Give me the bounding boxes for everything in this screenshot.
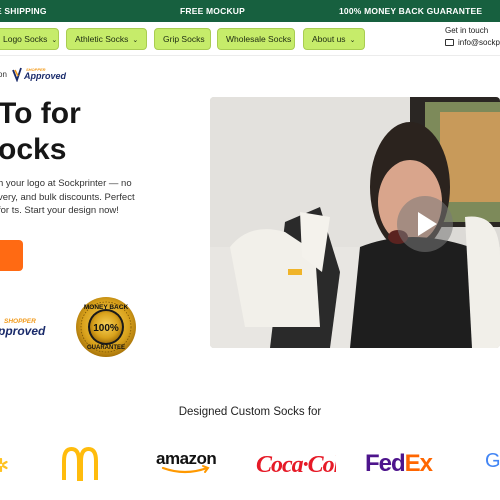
nav-item-athletic-socks[interactable]: Athletic Socks ⌄ [66,28,147,50]
chevron-down-icon: ⌄ [349,37,356,44]
free-shipping-text: E SHIPPING [0,6,47,16]
money-back-top-text: MONEY BACK [84,304,129,311]
hero-title-line-1: To for [0,97,81,130]
money-back-guarantee-badge: MONEY BACK 100% GUARANTEE [76,297,136,357]
nav-item-label: Wholesale Socks [226,34,292,44]
play-triangle [418,212,437,236]
amazon-logo: amazon [156,449,217,474]
mcdonalds-logo [62,447,98,481]
review-prefix-text: on [0,70,7,79]
money-back-guarantee-text: 100% MONEY BACK GUARANTEE [339,6,483,16]
money-back-percent-text: 100% [93,323,119,334]
fedex-logo: FedEx [365,450,445,478]
contact-block: Get in touch info@sockp [445,26,500,47]
google-logo: G [485,450,500,472]
clients-heading: Designed Custom Socks for [178,406,322,418]
free-mockup-text: FREE MOCKUP [180,6,246,16]
nav-item-about-us[interactable]: About us ⌄ [303,28,365,50]
nav-item-logo-socks[interactable]: Logo Socks ⌄ [0,28,59,50]
hero-description: h your logo at Sockprinter — no very, an… [0,178,135,216]
shopper-approved-badge[interactable]: SHOPPER pproved [0,316,58,338]
video-thumbnail [210,97,500,348]
nav-item-label: Grip Socks [163,34,205,44]
walmart-logo [0,458,8,472]
hero-video[interactable] [210,97,500,348]
contact-email: info@sockp [458,38,500,47]
start-design-button[interactable] [0,240,23,271]
chevron-down-icon: ⌄ [51,37,58,44]
nav-item-label: About us [312,34,346,44]
nav-item-label: Athletic Socks [75,34,129,44]
mail-icon [445,39,454,46]
fedex-ex-text: Ex [404,450,433,477]
chevron-down-icon: ⌄ [132,37,139,44]
announcement-bar: E SHIPPING FREE MOCKUP 100% MONEY BACK G… [0,0,500,22]
hero-title: To for ocks [0,96,81,168]
main-nav: Logo Socks ⌄ Athletic Socks ⌄ Grip Socks W… [0,22,500,56]
amazon-wordmark: amazon [156,449,216,468]
approved-small-text: Approved [23,71,67,81]
contact-email-link[interactable]: info@sockp [445,38,500,47]
fedex-fed-text: Fed [365,450,406,477]
coca-cola-wordmark: Coca·Cola [256,452,336,478]
play-icon[interactable] [397,196,453,252]
nav-item-label: Logo Socks [3,34,48,44]
nav-item-grip-socks[interactable]: Grip Socks [154,28,211,50]
nav-item-wholesale-socks[interactable]: Wholesale Socks [217,28,295,50]
money-back-bottom-text: GUARANTEE [87,345,125,351]
coca-cola-logo: Coca·Cola [256,452,336,478]
hero-title-line-2: ocks [0,133,67,166]
contact-title: Get in touch [445,26,489,35]
approved-text: pproved [0,324,46,338]
shopper-approved-logo-small[interactable]: SHOPPER Approved [12,66,68,82]
